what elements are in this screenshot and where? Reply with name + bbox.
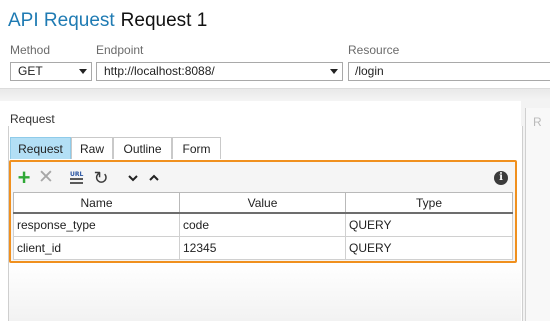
- response-pane-edge: R: [525, 108, 550, 321]
- refresh-icon[interactable]: ↻: [92, 169, 110, 187]
- tab-outline[interactable]: Outline: [113, 137, 172, 159]
- param-name-cell[interactable]: client_id: [13, 236, 180, 260]
- param-value-cell[interactable]: 12345: [179, 236, 346, 260]
- window-title: API Request Request 1: [8, 10, 207, 32]
- parameters-table: Name Value Type response_type code QUERY…: [13, 192, 513, 260]
- resource-label: Resource: [348, 43, 400, 57]
- empty-panel-area: [9, 263, 521, 321]
- info-icon[interactable]: i: [494, 171, 508, 185]
- resource-input[interactable]: /login: [348, 62, 550, 81]
- table-row[interactable]: client_id 12345 QUERY: [13, 236, 513, 260]
- method-label: Method: [10, 43, 51, 57]
- endpoint-value: http://localhost:8088/: [104, 64, 215, 78]
- plus-icon[interactable]: +: [15, 167, 33, 189]
- method-value: GET: [18, 64, 43, 78]
- request-name: Request 1: [120, 10, 208, 31]
- endpoint-select[interactable]: http://localhost:8088/: [96, 62, 343, 81]
- param-type-cell[interactable]: QUERY: [345, 236, 513, 260]
- column-header-value[interactable]: Value: [179, 192, 346, 214]
- cross-icon[interactable]: ✕: [37, 168, 55, 187]
- splitter[interactable]: [0, 88, 550, 101]
- endpoint-label: Endpoint: [96, 43, 144, 57]
- table-header-row: Name Value Type: [13, 192, 513, 214]
- tab-form[interactable]: Form: [172, 137, 221, 159]
- resource-value: /login: [355, 64, 384, 78]
- tab-request[interactable]: Request: [10, 137, 71, 159]
- method-select[interactable]: GET: [10, 62, 92, 81]
- param-value-cell[interactable]: code: [179, 212, 346, 237]
- table-row[interactable]: response_type code QUERY: [13, 212, 513, 237]
- chevron-up-icon[interactable]: [145, 169, 163, 187]
- request-panel-title: Request: [10, 112, 55, 126]
- param-name-cell[interactable]: response_type: [13, 212, 180, 237]
- title-prefix: API Request: [8, 10, 115, 31]
- chevron-down-icon: [330, 69, 338, 74]
- column-header-type[interactable]: Type: [345, 192, 513, 214]
- param-type-cell[interactable]: QUERY: [345, 212, 513, 237]
- chevron-down-icon: [79, 69, 87, 74]
- svg-text:URL: URL: [70, 171, 83, 178]
- url-params-icon[interactable]: URL: [68, 169, 86, 187]
- right-panel-edge: R: [521, 100, 550, 321]
- response-pane-label-glyph: R: [533, 115, 542, 129]
- tab-raw[interactable]: Raw: [71, 137, 113, 159]
- chevron-down-icon[interactable]: [124, 169, 142, 187]
- column-header-name[interactable]: Name: [13, 192, 180, 214]
